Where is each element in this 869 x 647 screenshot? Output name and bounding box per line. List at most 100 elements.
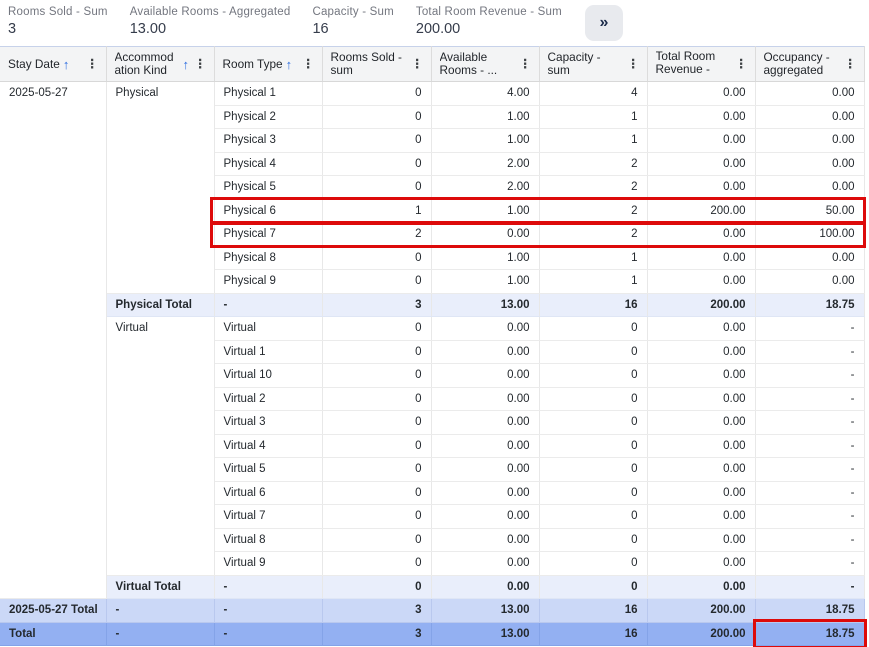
room-type-cell: -: [214, 293, 322, 317]
column-header-accommodation-kind[interactable]: Accommodation Kind↑⋮: [106, 47, 214, 82]
value-cell: 200.00: [647, 599, 755, 623]
kpi-available-rooms: Available Rooms - Aggregated 13.00: [130, 6, 291, 37]
column-header-room-type[interactable]: Room Type↑⋮: [214, 47, 322, 82]
value-cell: 2: [539, 176, 647, 200]
sort-ascending-icon[interactable]: ↑: [63, 57, 70, 72]
value-cell: 0: [322, 575, 431, 599]
value-cell: 0.00: [647, 387, 755, 411]
value-cell: 0.00: [755, 129, 864, 153]
table-header: Stay Date↑⋮Accommodation Kind↑⋮Room Type…: [0, 47, 864, 82]
value-cell: -: [755, 575, 864, 599]
value-cell: 1: [539, 129, 647, 153]
room-type-cell: Virtual 1: [214, 340, 322, 364]
room-type-cell: -: [214, 622, 322, 646]
value-cell: 0.00: [755, 176, 864, 200]
room-type-cell: Physical 3: [214, 129, 322, 153]
value-cell: 16: [539, 622, 647, 646]
room-type-cell: Virtual 8: [214, 528, 322, 552]
sort-ascending-icon[interactable]: ↑: [286, 57, 293, 72]
column-label: Accommodation Kind: [115, 51, 180, 77]
value-cell: 3: [322, 599, 431, 623]
kpi-value: 3: [8, 21, 108, 37]
value-cell: -: [755, 481, 864, 505]
value-cell: 0.00: [755, 270, 864, 294]
expand-panel-button[interactable]: »: [585, 5, 623, 41]
kpi-value: 16: [312, 21, 393, 37]
pivot-table: Stay Date↑⋮Accommodation Kind↑⋮Room Type…: [0, 46, 865, 646]
column-menu-icon[interactable]: ⋮: [84, 58, 101, 71]
column-label: Total Room Revenue - sum: [656, 50, 731, 78]
value-cell: 13.00: [431, 293, 539, 317]
value-cell: -: [755, 528, 864, 552]
kpi-total-room-revenue: Total Room Revenue - Sum 200.00: [416, 6, 562, 37]
value-cell: 3: [322, 622, 431, 646]
room-type-cell: Virtual 4: [214, 434, 322, 458]
value-cell: 0.00: [647, 105, 755, 129]
value-cell: -: [755, 434, 864, 458]
subtotal-row: Physical Total-313.0016200.0018.75: [0, 293, 864, 317]
stay-date-cell: 2025-05-27: [0, 82, 106, 599]
value-cell: 0.00: [431, 317, 539, 341]
room-type-cell: Physical 5: [214, 176, 322, 200]
value-cell: 0.00: [431, 552, 539, 576]
column-header-occupancy-aggregated[interactable]: Occupancy - aggregated⋮: [755, 47, 864, 82]
column-header-rooms-sold-sum[interactable]: Rooms Sold - sum⋮: [322, 47, 431, 82]
table-row: VirtualVirtual00.0000.00-: [0, 317, 864, 341]
value-cell: 0: [322, 340, 431, 364]
value-cell: 0: [322, 270, 431, 294]
value-cell: 100.00: [755, 223, 864, 247]
value-cell: 0: [539, 411, 647, 435]
value-cell: 3: [322, 293, 431, 317]
value-cell: 0.00: [431, 364, 539, 388]
sort-ascending-icon[interactable]: ↑: [183, 57, 190, 72]
value-cell: 0.00: [647, 481, 755, 505]
room-type-cell: Physical 6: [214, 199, 322, 223]
value-cell: 2.00: [431, 152, 539, 176]
value-cell: 0: [539, 340, 647, 364]
value-cell: 0: [322, 387, 431, 411]
column-header-available-rooms[interactable]: Available Rooms - ...⋮: [431, 47, 539, 82]
value-cell: 0: [539, 505, 647, 529]
group-total-row: 2025-05-27 Total--313.0016200.0018.75: [0, 599, 864, 623]
column-menu-icon[interactable]: ⋮: [842, 58, 859, 71]
column-menu-icon[interactable]: ⋮: [517, 58, 534, 71]
value-cell: 0.00: [647, 434, 755, 458]
room-type-cell: Virtual: [214, 317, 322, 341]
value-cell: -: [755, 505, 864, 529]
stay-date-cell: Total: [0, 622, 106, 646]
value-cell: 18.75: [755, 293, 864, 317]
value-cell: -: [755, 411, 864, 435]
value-cell: 1: [539, 105, 647, 129]
value-cell: 0.00: [755, 152, 864, 176]
double-chevron-right-icon: »: [600, 14, 609, 32]
column-menu-icon[interactable]: ⋮: [733, 58, 750, 71]
column-header-stay-date[interactable]: Stay Date↑⋮: [0, 47, 106, 82]
kpi-label: Rooms Sold - Sum: [8, 6, 108, 18]
value-cell: 2: [539, 152, 647, 176]
value-cell: 50.00: [755, 199, 864, 223]
stay-date-cell: 2025-05-27 Total: [0, 599, 106, 623]
value-cell: 0.00: [431, 223, 539, 247]
value-cell: 16: [539, 599, 647, 623]
value-cell: 4.00: [431, 82, 539, 106]
value-cell: 0.00: [647, 246, 755, 270]
column-menu-icon[interactable]: ⋮: [300, 58, 317, 71]
value-cell: 0: [322, 364, 431, 388]
value-cell: 200.00: [647, 622, 755, 646]
column-menu-icon[interactable]: ⋮: [192, 58, 209, 71]
value-cell: 0: [322, 176, 431, 200]
column-header-total-room-revenue-sum[interactable]: Total Room Revenue - sum⋮: [647, 47, 755, 82]
column-header-capacity-sum[interactable]: Capacity - sum⋮: [539, 47, 647, 82]
room-type-cell: Physical 9: [214, 270, 322, 294]
value-cell: 0: [322, 481, 431, 505]
room-type-cell: Physical 8: [214, 246, 322, 270]
room-type-cell: Virtual 2: [214, 387, 322, 411]
value-cell: 0: [539, 458, 647, 482]
column-menu-icon[interactable]: ⋮: [625, 58, 642, 71]
value-cell: 0.00: [431, 528, 539, 552]
value-cell: 0.00: [431, 481, 539, 505]
value-cell: 0: [539, 481, 647, 505]
value-cell: 0.00: [647, 82, 755, 106]
column-menu-icon[interactable]: ⋮: [409, 58, 426, 71]
value-cell: 0.00: [647, 411, 755, 435]
